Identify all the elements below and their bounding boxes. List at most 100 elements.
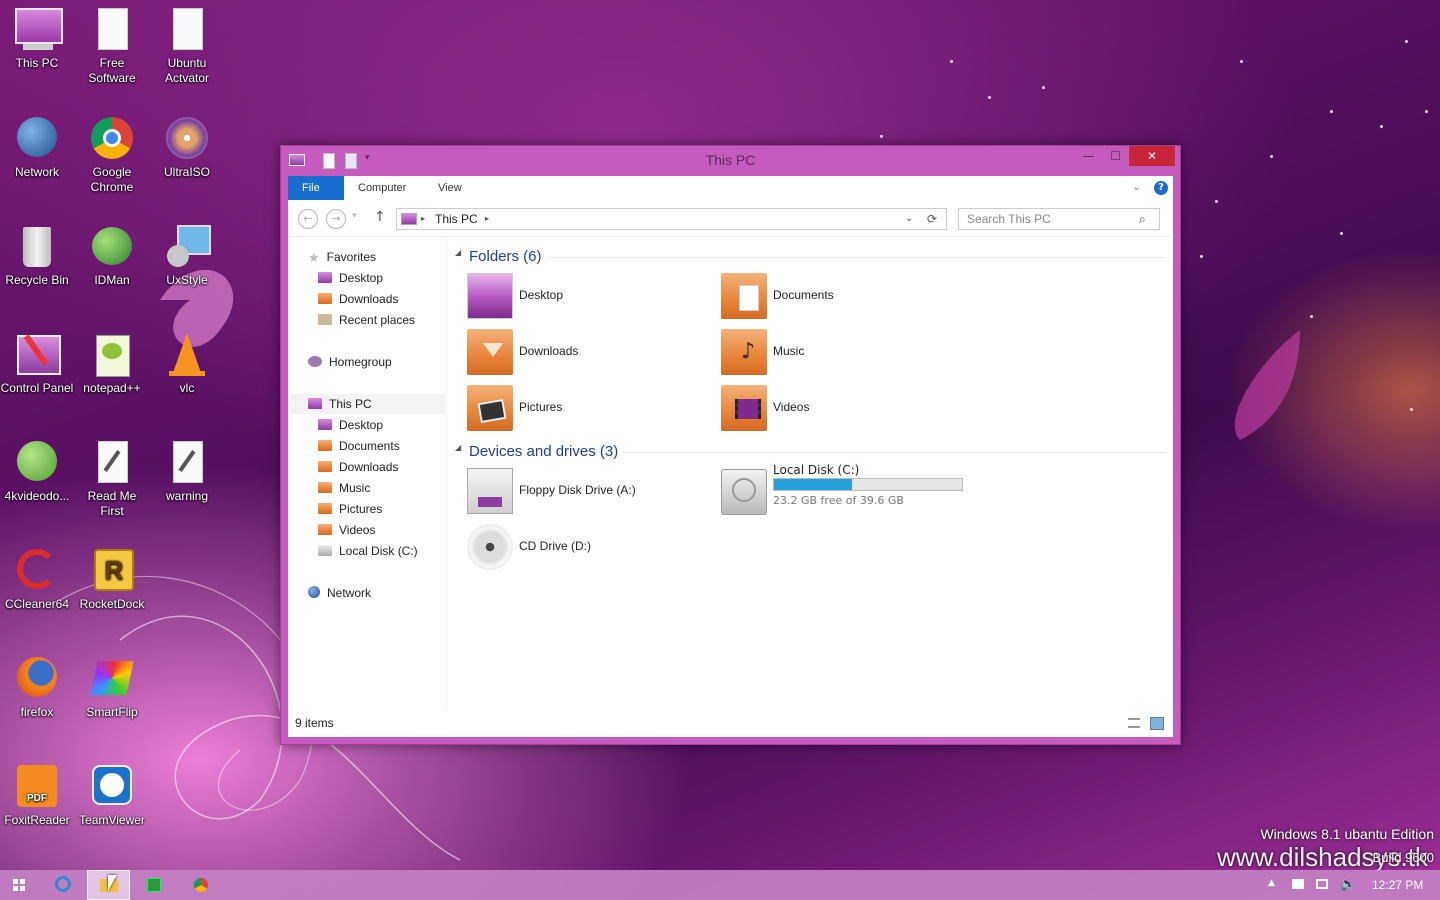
document-pen-icon: [88, 439, 136, 487]
desktop-icon-rocketdock[interactable]: R RocketDock: [75, 547, 149, 612]
taskbar-internet-explorer[interactable]: [42, 870, 86, 900]
taskbar: ▲ 🔈 12:27 PM: [0, 870, 1440, 900]
desktop-icon-recycle-bin[interactable]: Recycle Bin: [0, 223, 74, 288]
drives-group-header[interactable]: Devices and drives (3): [469, 442, 618, 462]
desktop-icon-this-pc[interactable]: This PC: [0, 6, 74, 71]
up-button[interactable]: ↑: [374, 209, 386, 225]
address-bar[interactable]: ▸ This PC ▸ ⌄ ⟳: [396, 208, 947, 230]
drive-cd-d[interactable]: CD Drive (D:): [467, 524, 707, 572]
nav-item-label: This PC: [329, 397, 372, 411]
window-title: This PC: [705, 152, 756, 168]
nav-favorites[interactable]: ★ Favorites: [308, 247, 376, 267]
desktop-icon-ubuntu-actvator[interactable]: Ubuntu Actvator: [150, 6, 224, 86]
desktop-icon-4kvideodownloader[interactable]: 4kvideodo...: [0, 439, 74, 504]
tab-computer[interactable]: Computer: [344, 176, 420, 200]
large-icons-view-icon[interactable]: [1150, 717, 1164, 730]
nav-this-pc-local-disk[interactable]: Local Disk (C:): [318, 541, 418, 561]
tab-view[interactable]: View: [424, 176, 476, 200]
desktop-icon-warning[interactable]: warning: [150, 439, 224, 504]
help-icon[interactable]: ?: [1154, 181, 1168, 195]
mouse-cursor-icon: [108, 875, 117, 891]
desktop-icon-label: notepad++: [83, 381, 141, 395]
volume-muted-icon[interactable]: 🔈: [1340, 877, 1356, 892]
desktop-icon-google-chrome[interactable]: Google Chrome: [75, 115, 149, 195]
desktop-icon-read-me-first[interactable]: Read Me First: [75, 439, 149, 519]
desktop-icon-vlc[interactable]: vlc: [150, 331, 224, 396]
desktop-icon-network[interactable]: Network: [0, 115, 74, 180]
nav-favorites-recent-places[interactable]: Recent places: [318, 310, 415, 330]
folder-documents[interactable]: Documents: [721, 273, 961, 321]
tab-file[interactable]: File: [288, 176, 344, 200]
smartflip-icon: [88, 655, 136, 703]
desktop-icon-free-software[interactable]: Free Software: [75, 6, 149, 86]
nav-this-pc-desktop[interactable]: Desktop: [318, 415, 383, 435]
show-hidden-icons-icon[interactable]: ▲: [1268, 878, 1275, 888]
details-view-icon[interactable]: [1128, 718, 1140, 728]
group-collapse-icon[interactable]: ◢: [455, 443, 461, 452]
nav-item-label: Videos: [339, 523, 376, 537]
taskbar-file-explorer[interactable]: [87, 870, 130, 900]
nav-favorites-desktop[interactable]: Desktop: [318, 268, 383, 288]
chrome-icon: [88, 115, 136, 163]
desktop-icon-ccleaner64[interactable]: CCleaner64: [0, 547, 74, 612]
nav-this-pc-music[interactable]: Music: [318, 478, 370, 498]
recent-locations-icon[interactable]: ▾: [352, 211, 357, 221]
folder-music[interactable]: ♪ Music: [721, 329, 961, 377]
start-button[interactable]: [0, 870, 44, 900]
drive-local-disk-c[interactable]: Local Disk (C:) 23.2 GB free of 39.6 GB: [721, 461, 981, 517]
desktop-icon-smartflip[interactable]: SmartFlip: [75, 655, 149, 720]
network-tray-icon[interactable]: [1316, 879, 1328, 889]
control-panel-icon: [13, 331, 61, 379]
nav-this-pc-pictures[interactable]: Pictures: [318, 499, 382, 519]
nav-this-pc-documents[interactable]: Documents: [318, 436, 400, 456]
back-button[interactable]: ←: [298, 209, 318, 229]
taskbar-chrome[interactable]: [180, 870, 224, 900]
desktop-icon-ultraiso[interactable]: UltraISO: [150, 115, 224, 180]
expand-ribbon-icon[interactable]: ⌄: [1132, 180, 1141, 193]
search-input[interactable]: Search This PC ⌕: [958, 208, 1160, 230]
network-globe-icon: [13, 115, 61, 163]
navigation-pane: ★ Favorites Desktop Downloads Recent plac…: [288, 237, 447, 710]
foxit-pdf-icon: PDF: [13, 763, 61, 811]
folder-desktop[interactable]: Desktop: [467, 273, 707, 321]
group-collapse-icon[interactable]: ◢: [455, 248, 461, 257]
drive-floppy-a[interactable]: Floppy Disk Drive (A:): [467, 468, 707, 516]
desktop-icon-notepadpp[interactable]: notepad++: [75, 331, 149, 396]
action-center-flag-icon[interactable]: [1292, 879, 1304, 889]
star-icon: ★: [308, 250, 320, 265]
desktop-folder-icon: [318, 419, 332, 430]
folders-group-header[interactable]: Folders (6): [469, 247, 542, 267]
desktop-icon-uxstyle[interactable]: UxStyle: [150, 223, 224, 288]
folder-videos[interactable]: Videos: [721, 385, 961, 433]
breadcrumb-this-pc[interactable]: This PC: [435, 209, 478, 229]
title-bar[interactable]: ▾ This PC — ☐ ✕: [281, 146, 1180, 176]
tray-clock[interactable]: 12:27 PM: [1372, 878, 1423, 892]
desktop-icon-idman[interactable]: IDMan: [75, 223, 149, 288]
folder-pictures[interactable]: Pictures: [467, 385, 707, 433]
address-dropdown-icon[interactable]: ⌄: [905, 209, 913, 229]
nav-this-pc-videos[interactable]: Videos: [318, 520, 375, 540]
nav-homegroup[interactable]: Homegroup: [308, 352, 392, 372]
taskbar-store[interactable]: [133, 870, 177, 900]
desktop-icon-firefox[interactable]: firefox: [0, 655, 74, 720]
refresh-icon[interactable]: ⟳: [927, 209, 937, 229]
search-icon: ⌕: [1139, 212, 1146, 226]
desktop-icon-foxitreader[interactable]: PDF FoxitReader: [0, 763, 74, 828]
nav-favorites-downloads[interactable]: Downloads: [318, 289, 398, 309]
nav-network[interactable]: Network: [308, 583, 371, 603]
ribbon-tabs: File Computer View ⌄ ?: [288, 176, 1173, 200]
forward-button[interactable]: →: [326, 209, 346, 229]
notepadpp-icon: [88, 331, 136, 379]
uxstyle-icon: [163, 223, 211, 271]
nav-this-pc-downloads[interactable]: Downloads: [318, 457, 398, 477]
teamviewer-icon: [88, 763, 136, 811]
maximize-button[interactable]: ☐: [1102, 146, 1129, 166]
folder-downloads[interactable]: Downloads: [467, 329, 707, 377]
desktop-icon-teamviewer[interactable]: TeamViewer: [75, 763, 149, 828]
minimize-button[interactable]: —: [1075, 146, 1102, 166]
desktop-icon-control-panel[interactable]: Control Panel: [0, 331, 74, 396]
close-button[interactable]: ✕: [1129, 146, 1175, 166]
hard-drive-icon: [318, 545, 332, 556]
nav-this-pc[interactable]: This PC: [290, 394, 445, 414]
disc-icon: [163, 115, 211, 163]
